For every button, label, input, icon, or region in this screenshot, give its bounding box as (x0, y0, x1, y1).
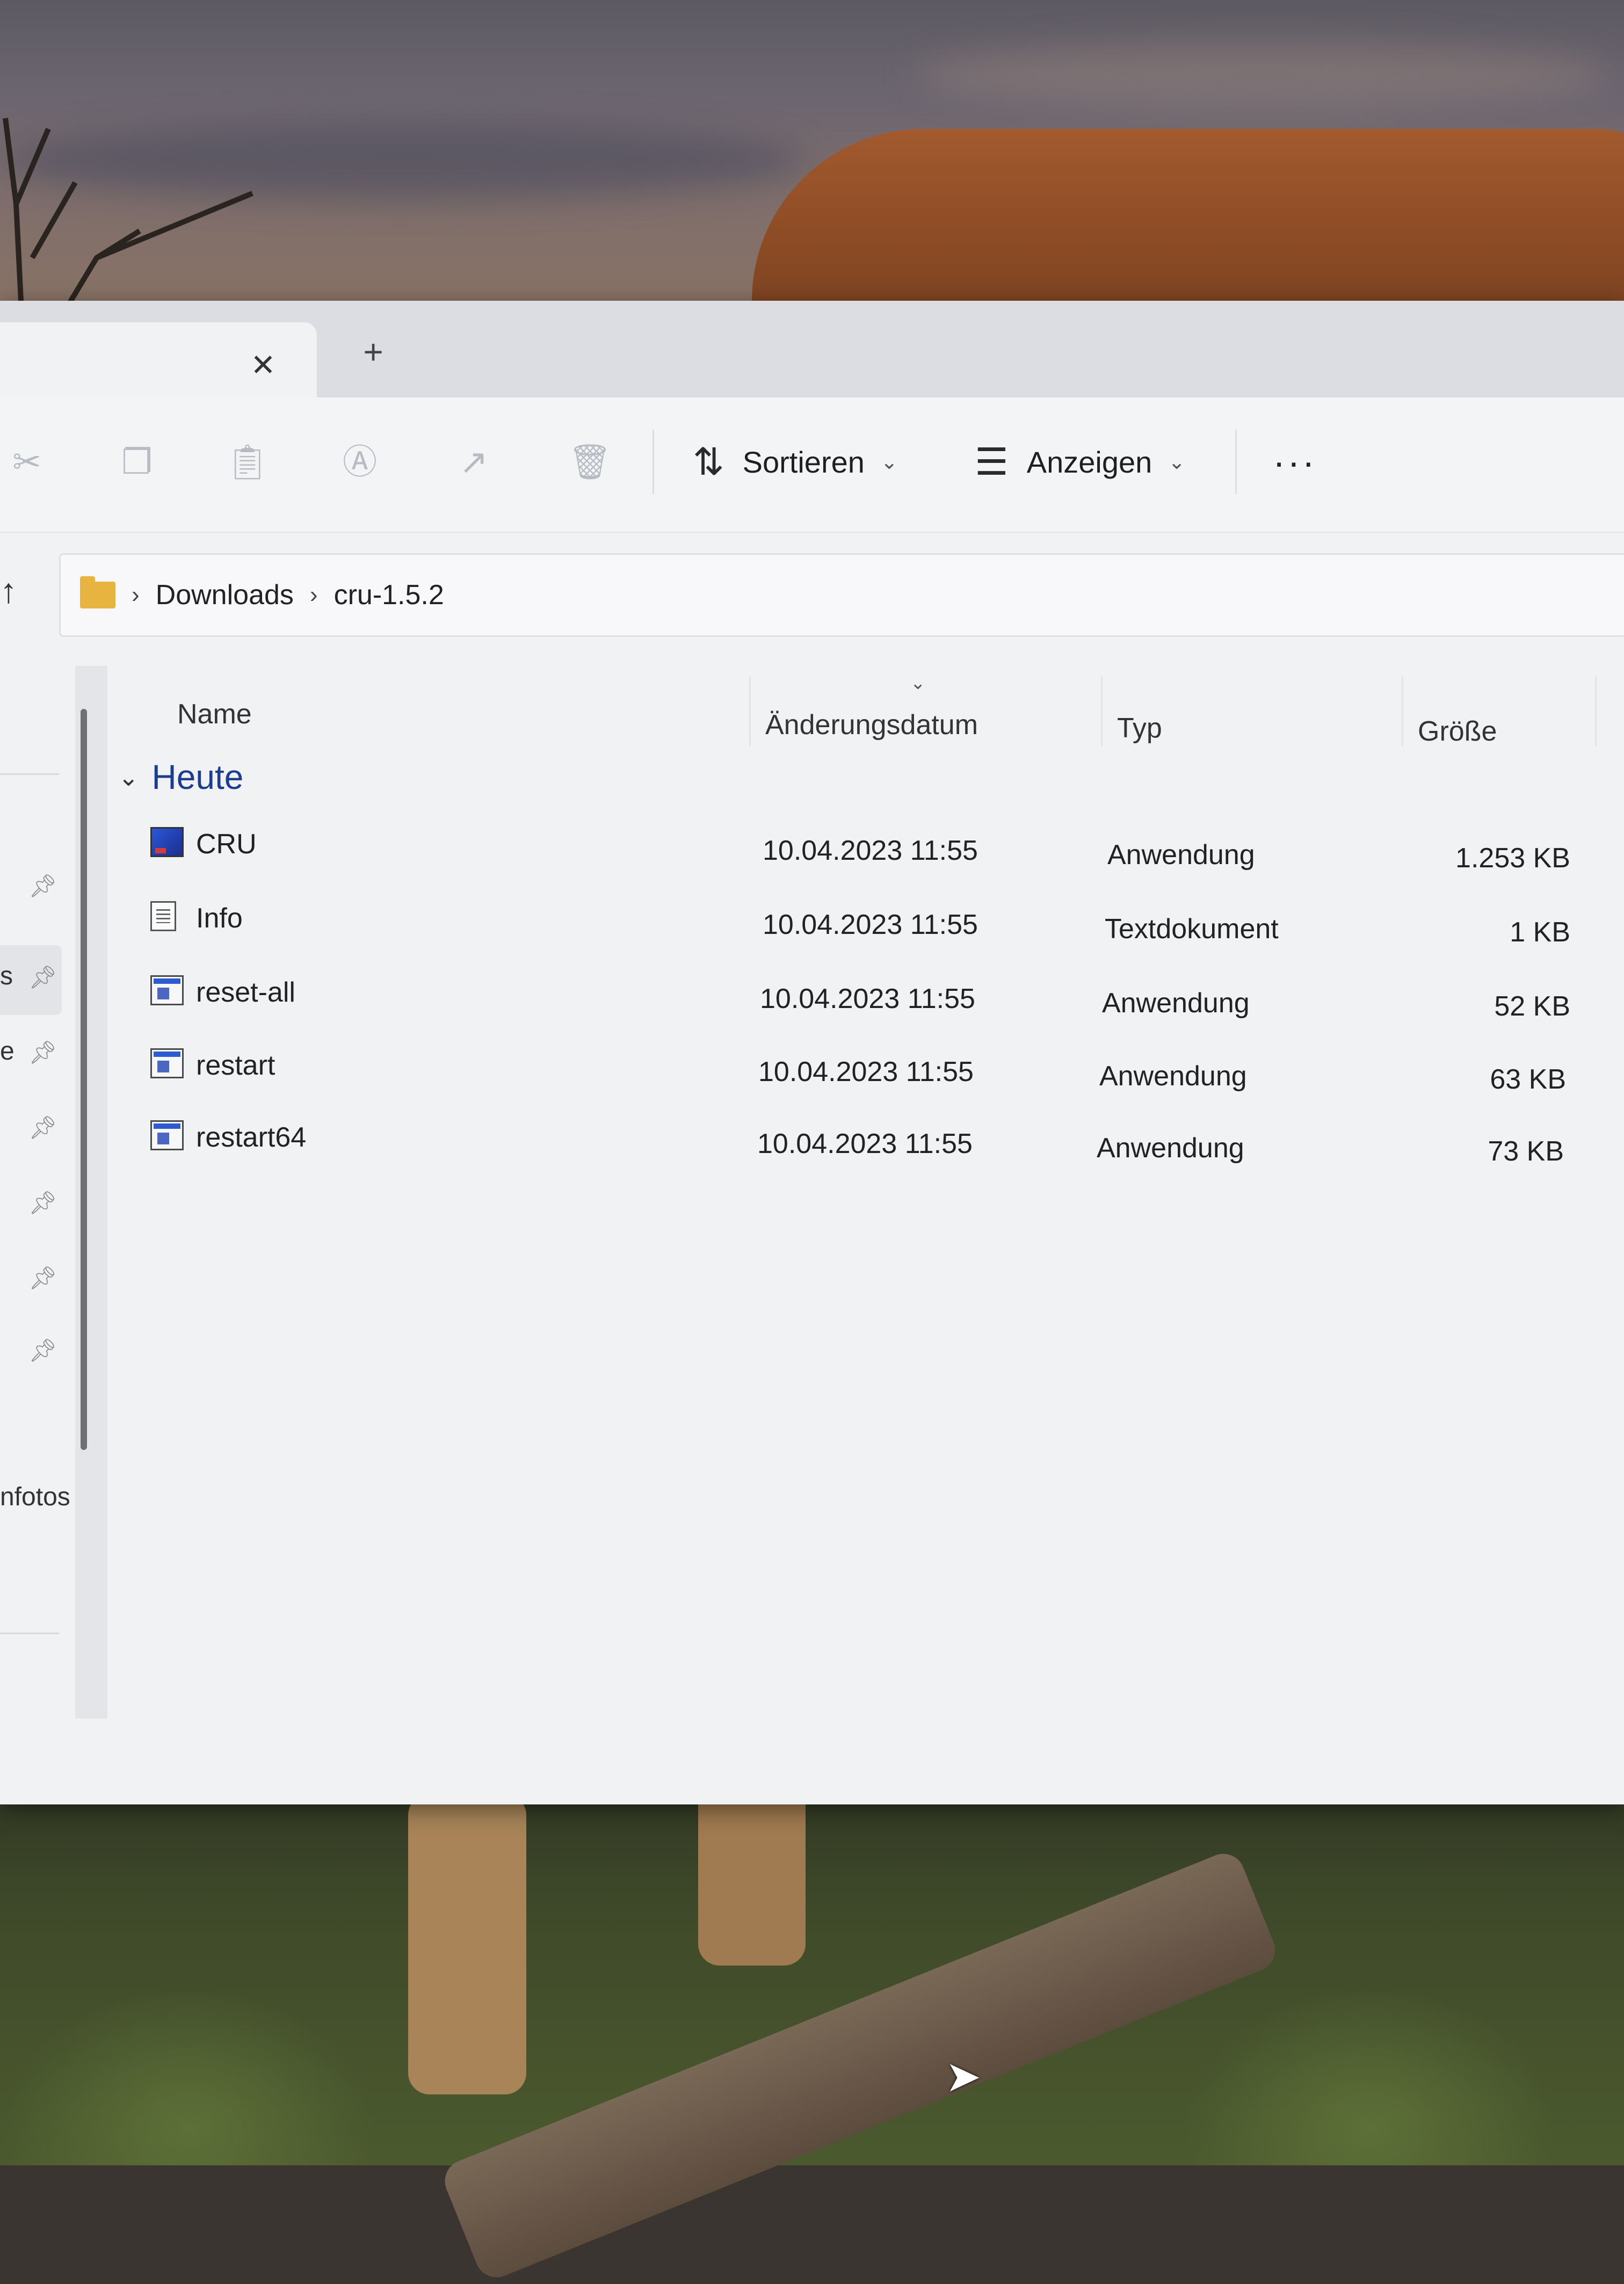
wallpaper-grass-tuft (1181, 1987, 1557, 2165)
chevron-down-icon: ⌄ (118, 763, 139, 791)
wallpaper-lion-leg (698, 1783, 806, 1966)
nav-divider (0, 1633, 59, 1634)
pin-icon[interactable]: 📌︎ (27, 1112, 59, 1144)
column-header-date[interactable]: Änderungsdatum (765, 709, 978, 741)
toolbar-separator (1235, 430, 1237, 494)
executable-icon (150, 975, 184, 1005)
file-size: 1 KB (1510, 917, 1570, 948)
sort-icon: ⇅ (693, 441, 724, 483)
file-name: restart64 (196, 1122, 307, 1153)
file-date: 10.04.2023 11:55 (763, 909, 978, 940)
close-tab-icon[interactable]: ✕ (247, 349, 279, 381)
tab-bar: ✕ + (0, 301, 1624, 397)
column-divider[interactable] (1402, 677, 1403, 746)
column-header-name[interactable]: Name (177, 698, 252, 730)
rename-icon[interactable]: Ⓐ (338, 440, 381, 483)
file-row[interactable]: Info 10.04.2023 11:55 Textdokument 1 KB (118, 890, 1624, 960)
file-name: restart (196, 1050, 276, 1081)
pin-icon[interactable]: 📌︎ (27, 870, 59, 902)
file-size: 73 KB (1488, 1136, 1564, 1167)
file-row[interactable]: restart 10.04.2023 11:55 Anwendung 63 KB (118, 1038, 1624, 1107)
file-name: Info (196, 903, 243, 934)
sort-button[interactable]: ⇅ Sortieren ⌄ (693, 435, 898, 489)
column-header-type[interactable]: Typ (1117, 712, 1162, 744)
mouse-cursor-icon: ➤ (945, 2053, 982, 2100)
file-date: 10.04.2023 11:55 (763, 835, 978, 866)
group-header-today[interactable]: ⌄ Heute (118, 757, 243, 797)
wallpaper-cloud (913, 43, 1611, 107)
file-row[interactable]: restart64 10.04.2023 11:55 Anwendung 73 … (118, 1110, 1624, 1179)
file-size: 52 KB (1494, 991, 1570, 1022)
sort-label: Sortieren (742, 445, 865, 479)
column-header-size[interactable]: Größe (1418, 715, 1497, 748)
view-label: Anzeigen (1026, 445, 1152, 479)
file-type: Anwendung (1107, 839, 1255, 871)
wallpaper-grass-tuft (0, 1987, 376, 2165)
view-list-icon: ☰ (975, 441, 1009, 483)
folder-icon (80, 576, 115, 608)
pin-icon[interactable]: 📌︎ (27, 1335, 59, 1367)
up-arrow-icon[interactable]: ↑ (0, 569, 32, 612)
pin-icon[interactable]: 📌︎ (27, 961, 59, 994)
nav-item-label[interactable]: nfotos (0, 1482, 70, 1512)
chevron-right-icon[interactable]: › (310, 582, 318, 608)
pin-icon[interactable]: 📌︎ (27, 1036, 59, 1069)
file-size: 63 KB (1490, 1064, 1566, 1095)
breadcrumb-downloads[interactable]: Downloads (156, 579, 294, 611)
column-divider[interactable] (1101, 677, 1103, 746)
command-bar: ✂ ❐ 📋︎ Ⓐ ↗ 🗑︎ ⇅ Sortieren ⌄ ☰ Anzeigen ⌄… (0, 397, 1624, 533)
pin-icon[interactable]: 📌︎ (27, 1262, 59, 1294)
file-row[interactable]: CRU 10.04.2023 11:55 Anwendung 1.253 KB (118, 816, 1624, 886)
column-header-row: Name ⌄ Änderungsdatum Typ Größe (118, 673, 1624, 748)
copy-icon[interactable]: ❐ (115, 440, 158, 483)
wallpaper-lion-leg (408, 1794, 526, 2094)
column-divider[interactable] (1595, 677, 1597, 746)
file-name: reset-all (196, 977, 295, 1008)
nav-item-label[interactable]: s (0, 961, 13, 991)
file-date: 10.04.2023 11:55 (760, 983, 975, 1014)
cut-icon[interactable]: ✂ (5, 440, 48, 483)
pin-icon[interactable]: 📌︎ (27, 1187, 59, 1219)
chevron-down-icon: ⌄ (1168, 451, 1186, 474)
file-type: Anwendung (1099, 1061, 1247, 1092)
scrollbar-thumb[interactable] (81, 709, 87, 1450)
address-bar[interactable]: › Downloads › cru-1.5.2 (59, 553, 1624, 637)
sort-caret-icon: ⌄ (910, 673, 926, 693)
executable-icon (150, 1048, 184, 1078)
view-button[interactable]: ☰ Anzeigen ⌄ (975, 435, 1185, 489)
column-divider[interactable] (749, 677, 751, 746)
nav-scrollbar[interactable] (75, 666, 107, 1719)
chevron-right-icon[interactable]: › (132, 582, 140, 608)
breadcrumb-cru[interactable]: cru-1.5.2 (334, 579, 444, 611)
file-date: 10.04.2023 11:55 (758, 1056, 974, 1087)
nav-divider (0, 773, 59, 775)
file-size: 1.253 KB (1455, 843, 1570, 874)
new-tab-button[interactable]: + (354, 333, 392, 371)
file-name: CRU (196, 829, 257, 860)
more-options-button[interactable]: ··· (1273, 435, 1317, 489)
share-icon[interactable]: ↗ (452, 440, 495, 483)
application-icon (150, 827, 184, 857)
toolbar-separator (653, 430, 654, 494)
nav-item-label[interactable]: e (0, 1036, 15, 1066)
file-date: 10.04.2023 11:55 (757, 1128, 973, 1159)
executable-icon (150, 1120, 184, 1150)
file-row[interactable]: reset-all 10.04.2023 11:55 Anwendung 52 … (118, 965, 1624, 1034)
group-label: Heute (151, 758, 244, 796)
tab-current[interactable]: ✕ (0, 322, 317, 397)
file-explorer-window: ✕ + ✂ ❐ 📋︎ Ⓐ ↗ 🗑︎ ⇅ Sortieren ⌄ ☰ Anzeig… (0, 301, 1624, 1804)
delete-icon[interactable]: 🗑︎ (568, 440, 612, 483)
file-type: Textdokument (1105, 913, 1279, 945)
chevron-down-icon: ⌄ (880, 451, 898, 474)
wallpaper-branches (3, 118, 253, 311)
file-type: Anwendung (1097, 1133, 1244, 1164)
text-document-icon (150, 901, 176, 931)
file-type: Anwendung (1102, 988, 1250, 1019)
paste-icon[interactable]: 📋︎ (226, 440, 269, 483)
